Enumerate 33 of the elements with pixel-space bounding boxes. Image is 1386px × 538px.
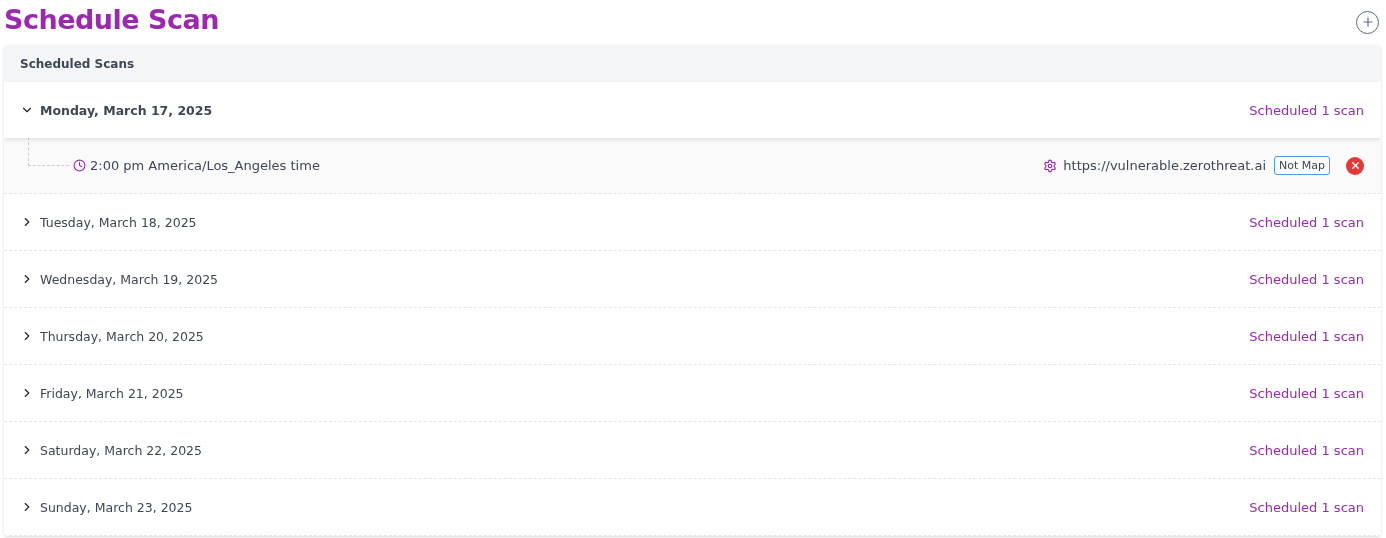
scan-count: Scheduled 1 scan — [1249, 271, 1364, 287]
scan-url: https://vulnerable.zerothreat.ai — [1063, 158, 1266, 173]
day-date: Sunday, March 23, 2025 — [40, 499, 193, 515]
day-row[interactable]: Saturday, March 22, 2025 Scheduled 1 scan — [4, 422, 1381, 479]
day-date: Wednesday, March 19, 2025 — [40, 271, 219, 287]
plus-icon — [1360, 15, 1375, 29]
scan-count: Scheduled 1 scan — [1249, 328, 1364, 344]
scan-time: 2:00 pm America/Los_Angeles time — [90, 158, 320, 173]
close-icon — [1349, 160, 1361, 171]
gear-icon — [1043, 158, 1058, 173]
day-date: Monday, March 17, 2025 — [40, 102, 213, 118]
day-row[interactable]: Friday, March 21, 2025 Scheduled 1 scan — [4, 365, 1381, 422]
scan-count: Scheduled 1 scan — [1249, 214, 1364, 230]
scan-count: Scheduled 1 scan — [1249, 385, 1364, 401]
add-button[interactable] — [1356, 10, 1379, 34]
scan-count: Scheduled 1 scan — [1249, 442, 1364, 458]
day-row[interactable]: Sunday, March 23, 2025 Scheduled 1 scan — [4, 479, 1381, 536]
day-row[interactable]: Monday, March 17, 2025 Scheduled 1 scan — [4, 82, 1381, 138]
day-row[interactable]: Tuesday, March 18, 2025 Scheduled 1 scan — [4, 194, 1381, 251]
panel-heading: Scheduled Scans — [4, 45, 1381, 82]
day-date: Saturday, March 22, 2025 — [40, 442, 203, 458]
day-row[interactable]: Thursday, March 20, 2025 Scheduled 1 scan — [4, 308, 1381, 365]
connector-line — [28, 137, 69, 166]
clock-icon — [73, 159, 86, 172]
day-date: Friday, March 21, 2025 — [40, 385, 184, 401]
day-date: Tuesday, March 18, 2025 — [40, 214, 197, 230]
day-row[interactable]: Wednesday, March 19, 2025 Scheduled 1 scan — [4, 251, 1381, 308]
page-title: Schedule Scan — [4, 3, 219, 35]
scan-count: Scheduled 1 scan — [1249, 499, 1364, 515]
delete-button[interactable] — [1346, 156, 1364, 175]
day-date: Thursday, March 20, 2025 — [40, 328, 204, 344]
scan-count: Scheduled 1 scan — [1249, 102, 1364, 118]
scan-tag: Not Map — [1274, 156, 1330, 175]
